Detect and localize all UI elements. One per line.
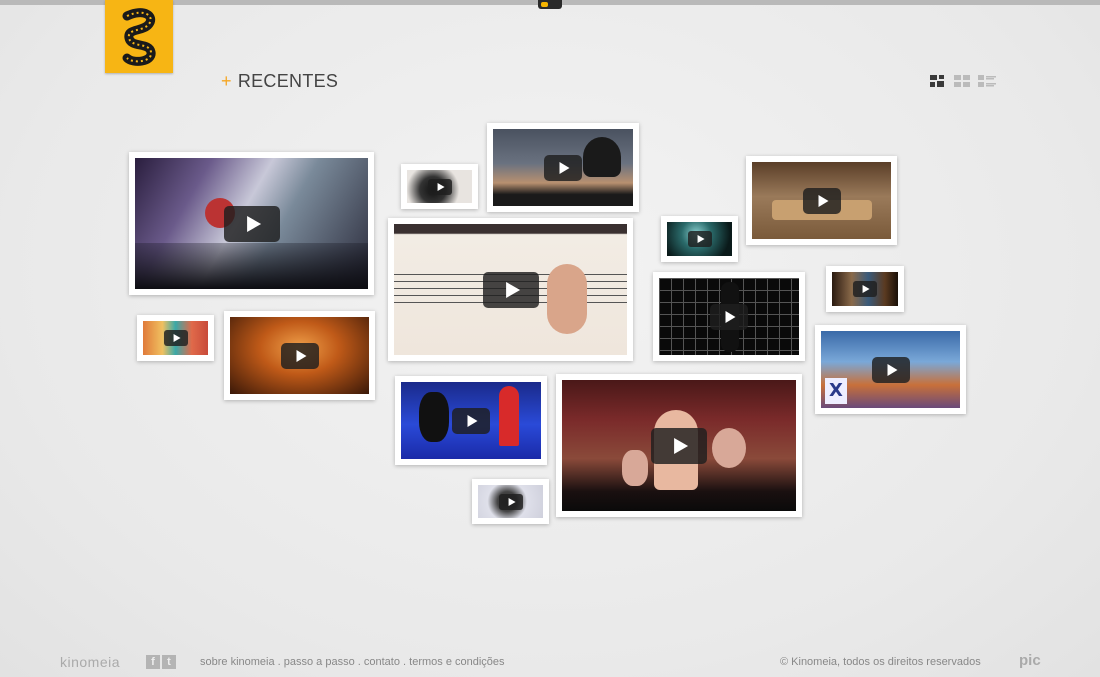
- video-thumbnail[interactable]: [388, 218, 633, 361]
- video-thumbnail[interactable]: [746, 156, 897, 245]
- video-thumbnail[interactable]: [487, 123, 639, 212]
- kinomeia-logo[interactable]: [105, 0, 173, 73]
- watermark-logo: X: [825, 378, 847, 404]
- play-icon[interactable]: [223, 205, 280, 242]
- play-icon[interactable]: [498, 493, 523, 510]
- play-icon[interactable]: [651, 427, 707, 464]
- play-icon[interactable]: [482, 271, 539, 308]
- mosaic-view-icon[interactable]: [930, 72, 946, 87]
- view-mode-switcher: [930, 72, 996, 87]
- play-icon[interactable]: [427, 178, 452, 195]
- facebook-icon[interactable]: f: [146, 655, 160, 669]
- video-thumbnail[interactable]: [224, 311, 375, 400]
- film-reel-logo-icon: [122, 8, 156, 66]
- copyright: © Kinomeia, todos os direitos reservados: [780, 656, 981, 668]
- video-thumbnail[interactable]: X: [815, 325, 966, 414]
- footer-link-termos[interactable]: termos e condições: [409, 656, 504, 668]
- video-thumbnail[interactable]: [556, 374, 802, 517]
- panel-toggle-icon[interactable]: [538, 0, 562, 9]
- section-title-label: RECENTES: [237, 71, 339, 91]
- footer-links: sobre kinomeia . passo a passo . contato…: [200, 656, 505, 668]
- play-icon[interactable]: [687, 231, 712, 247]
- play-icon[interactable]: [452, 407, 490, 434]
- footer-brand[interactable]: kinomeia: [60, 654, 120, 670]
- video-thumbnail[interactable]: [129, 152, 374, 295]
- toggle-indicator: [541, 2, 548, 7]
- video-thumbnail[interactable]: [472, 479, 549, 524]
- play-icon[interactable]: [853, 281, 877, 297]
- video-thumbnail[interactable]: [661, 216, 738, 262]
- footer-separator: .: [399, 656, 410, 668]
- video-thumbnail[interactable]: [395, 376, 547, 465]
- footer: kinomeia f t sobre kinomeia . passo a pa…: [0, 648, 1100, 677]
- footer-link-passo-a-passo[interactable]: passo a passo: [284, 656, 355, 668]
- video-thumbnail[interactable]: [826, 266, 904, 312]
- plus-icon: +: [221, 71, 232, 91]
- grid-view-icon[interactable]: [954, 72, 970, 87]
- play-icon[interactable]: [802, 187, 841, 214]
- play-icon[interactable]: [710, 303, 748, 330]
- list-view-icon[interactable]: [978, 72, 996, 87]
- play-icon[interactable]: [163, 330, 188, 346]
- video-thumbnail[interactable]: [653, 272, 805, 361]
- partner-logo[interactable]: pic: [1019, 652, 1041, 669]
- social-links: f t: [146, 655, 176, 669]
- footer-link-sobre[interactable]: sobre kinomeia: [200, 656, 275, 668]
- page-title: + RECENTES: [221, 71, 338, 92]
- footer-separator: .: [354, 656, 364, 668]
- video-thumbnail[interactable]: [137, 315, 214, 361]
- play-icon[interactable]: [544, 154, 582, 181]
- twitter-icon[interactable]: t: [162, 655, 176, 669]
- footer-link-contato[interactable]: contato: [364, 656, 400, 668]
- footer-separator: .: [274, 656, 284, 668]
- video-thumbnail[interactable]: [401, 164, 478, 209]
- play-icon[interactable]: [871, 356, 910, 383]
- play-icon[interactable]: [280, 342, 319, 369]
